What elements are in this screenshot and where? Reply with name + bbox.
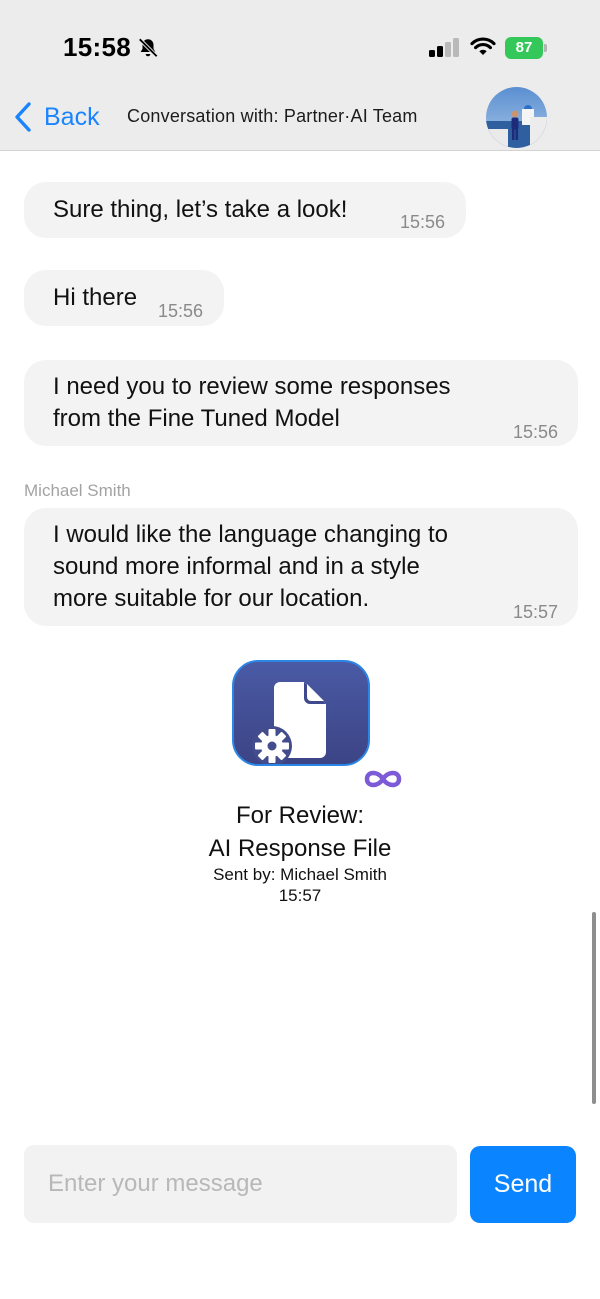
message-time: 15:57 — [513, 602, 559, 622]
document-gear-icon — [232, 660, 370, 766]
cellular-signal-icon — [429, 38, 459, 57]
message-bubble: Hi there 15:56 — [24, 270, 224, 326]
chevron-left-icon — [15, 102, 31, 132]
message-bubble: I need you to review some responses from… — [24, 360, 578, 446]
avatar-photo — [486, 87, 547, 148]
back-button[interactable]: Back — [12, 95, 100, 139]
message-text: Hi there — [53, 284, 138, 311]
file-sender: Sent by: Michael Smith — [213, 865, 387, 884]
message-time: 15:56 — [158, 301, 204, 321]
message-text: I need you to review some responses — [53, 373, 451, 400]
conversation-title: Conversation with: Partner·AI Team — [127, 106, 418, 126]
message-time: 15:56 — [400, 212, 446, 232]
file-attachment[interactable]: For Review: AI Response File Sent by: Mi… — [150, 660, 450, 910]
message-time: 15:56 — [513, 422, 559, 442]
message-text: Sure thing, let’s take a look! — [53, 196, 348, 223]
scrollbar[interactable] — [592, 912, 596, 1104]
battery-level: 87 — [515, 39, 533, 56]
avatar[interactable] — [486, 87, 547, 148]
status-bar: 15:58 87 — [0, 0, 600, 95]
send-button[interactable]: Send — [470, 1146, 576, 1223]
message-bubble: Sure thing, let’s take a look! 15:56 — [24, 182, 466, 238]
sender-name: Michael Smith — [24, 481, 131, 500]
message-text: I would like the language changing to — [53, 521, 448, 548]
message-bubble: I would like the language changing to so… — [24, 508, 578, 626]
bell-slash-icon — [138, 37, 159, 58]
message-input[interactable] — [24, 1145, 457, 1223]
message-text: sound more informal and in a style — [53, 553, 420, 580]
wifi-icon — [470, 37, 496, 55]
infinity-icon — [364, 770, 402, 788]
nav-bar: Back Conversation with: Partner·AI Team — [0, 87, 600, 151]
file-title: For Review: — [235, 802, 365, 829]
back-label: Back — [44, 102, 100, 131]
battery-charging-icon: 87 — [505, 37, 547, 59]
message-text: from the Fine Tuned Model — [53, 405, 340, 432]
file-name: AI Response File — [208, 835, 392, 862]
message-text: more suitable for our location. — [53, 585, 370, 612]
status-time: 15:58 — [63, 32, 131, 62]
file-time: 15:57 — [278, 886, 322, 905]
